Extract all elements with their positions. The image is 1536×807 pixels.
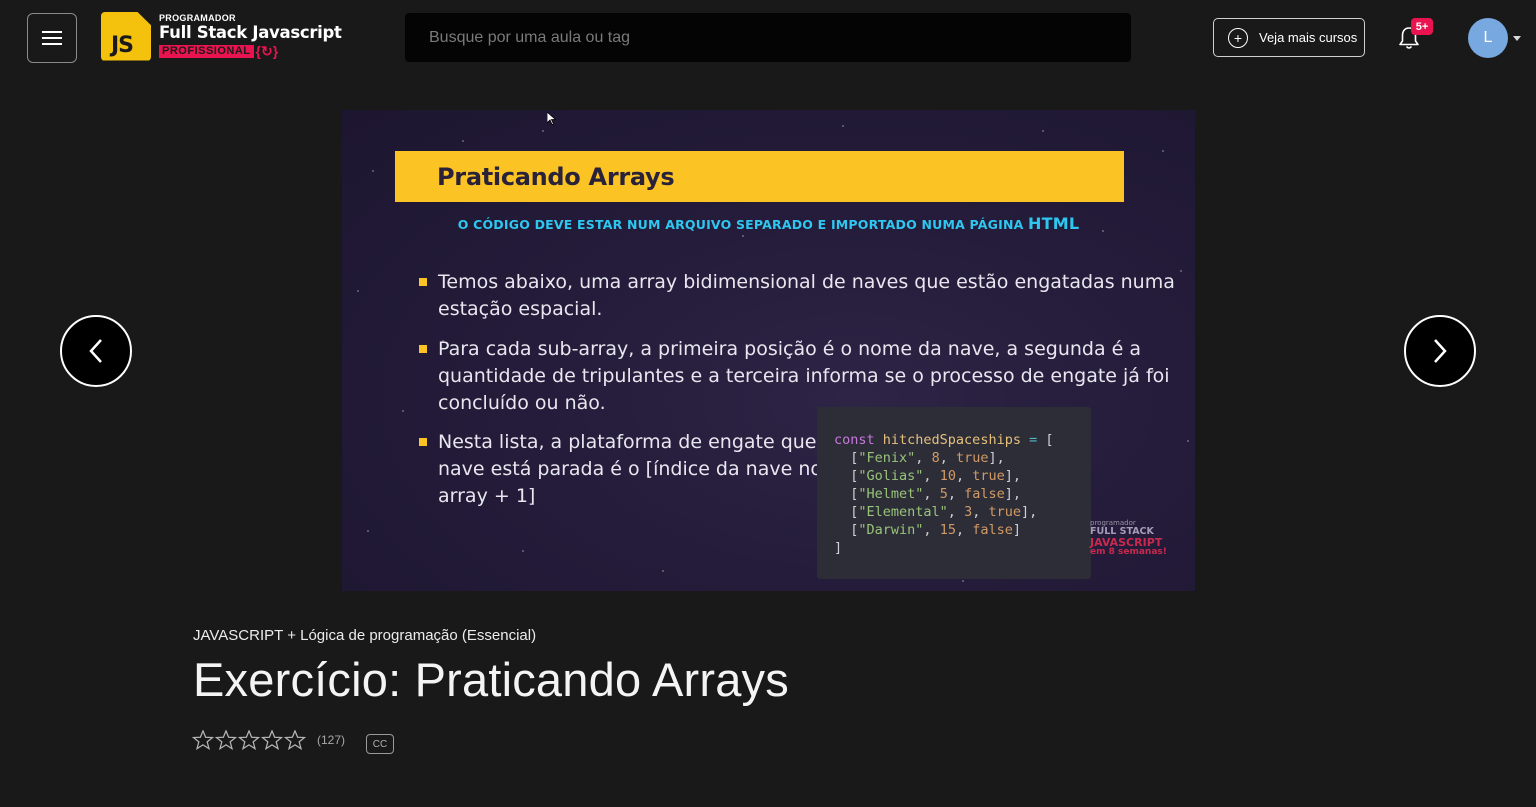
lesson-title: Exercício: Praticando Arrays: [193, 653, 789, 706]
star-icon[interactable]: [215, 730, 237, 750]
logo-title: Full Stack Javascript: [159, 22, 342, 42]
previous-lesson-button[interactable]: [60, 315, 132, 387]
video-player[interactable]: Praticando Arrays O CÓDIGO DEVE ESTAR NU…: [342, 110, 1195, 591]
site-logo[interactable]: JS PROGRAMADOR Full Stack Javascript PRO…: [101, 11, 342, 61]
slide-bullet: Para cada sub-array, a primeira posição …: [419, 336, 1179, 417]
logo-small-text: PROGRAMADOR: [159, 12, 236, 23]
hamburger-menu-icon: [42, 31, 62, 45]
star-icon[interactable]: [261, 730, 283, 750]
bullet-square-icon: [419, 278, 427, 286]
avatar[interactable]: L: [1468, 18, 1508, 58]
more-courses-button[interactable]: + Veja mais cursos: [1213, 18, 1365, 57]
slide-watermark: programador FULL STACK JAVASCRIPT em 8 s…: [1090, 519, 1167, 557]
course-name: JAVASCRIPT + Lógica de programação (Esse…: [193, 627, 537, 644]
next-lesson-button[interactable]: [1404, 315, 1476, 387]
notification-badge: 5+: [1411, 18, 1433, 35]
more-courses-label: Veja mais cursos: [1259, 30, 1358, 45]
bullet-square-icon: [419, 438, 427, 446]
rating-count: (127): [317, 733, 346, 747]
mouse-cursor-icon: [547, 112, 556, 125]
code-snippet: const hitchedSpaceships = [ ["Fenix", 8,…: [817, 407, 1091, 579]
logo-brace: {↻}: [255, 43, 279, 60]
slide-title: Praticando Arrays: [437, 163, 675, 191]
star-icon[interactable]: [284, 730, 306, 750]
slide-bullet: Temos abaixo, uma array bidimensional de…: [419, 269, 1179, 323]
plus-circle-icon: +: [1228, 27, 1248, 48]
slide-title-bar: Praticando Arrays: [395, 151, 1124, 202]
logo-pro-tag: PROFISSIONAL: [159, 44, 254, 58]
menu-button[interactable]: [27, 13, 77, 63]
js-logo-badge: JS: [101, 11, 151, 61]
star-rating[interactable]: (127): [192, 730, 345, 750]
slide-bullet: Nesta lista, a plataforma de engate que …: [419, 429, 839, 510]
closed-captions-button[interactable]: CC: [366, 734, 394, 754]
chevron-right-icon: [1434, 339, 1447, 363]
chevron-down-icon[interactable]: [1513, 36, 1521, 41]
search-input[interactable]: [405, 13, 1131, 62]
slide-subtitle: O CÓDIGO DEVE ESTAR NUM ARQUIVO SEPARADO…: [457, 214, 1080, 233]
chevron-left-icon: [89, 339, 102, 363]
bullet-square-icon: [419, 345, 427, 353]
star-icon[interactable]: [238, 730, 260, 750]
star-icon[interactable]: [192, 730, 214, 750]
